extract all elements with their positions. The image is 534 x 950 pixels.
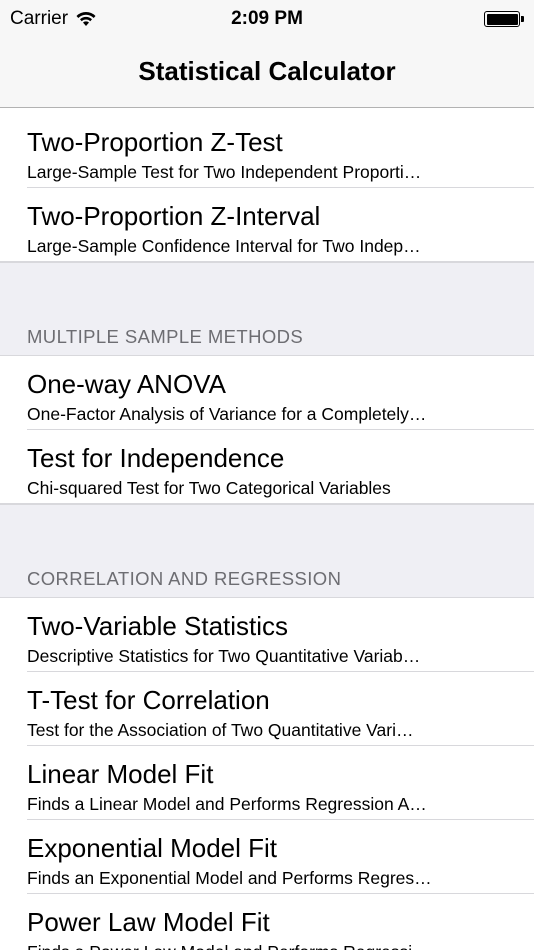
list-item-exponential-model-fit[interactable]: Exponential Model Fit Finds an Exponenti… [0, 820, 534, 894]
list-item-title: Linear Model Fit [27, 759, 214, 789]
list-item-t-test-for-correlation[interactable]: T-Test for Correlation Test for the Asso… [0, 672, 534, 746]
list-item-subtitle: Chi-squared Test for Two Categorical Var… [27, 478, 391, 498]
navigation-bar: Statistical Calculator [0, 40, 534, 108]
list-item-subtitle: Descriptive Statistics for Two Quantitat… [27, 646, 421, 666]
list-item-power-law-model-fit[interactable]: Power Law Model Fit Finds a Power Law Mo… [0, 894, 534, 950]
list-item-title: One-way ANOVA [27, 369, 226, 399]
list-item-two-proportion-z-test[interactable]: Two-Proportion Z-Test Large-Sample Test … [0, 114, 534, 188]
status-bar: Carrier 2:09 PM [0, 0, 534, 40]
status-time: 2:09 PM [231, 8, 303, 29]
list-item-title: Exponential Model Fit [27, 833, 278, 863]
page-title: Statistical Calculator [138, 56, 396, 86]
list-item-title: Two-Proportion Z-Test [27, 127, 283, 157]
list-item-title: Two-Proportion Z-Interval [27, 201, 321, 231]
list-item-linear-model-fit[interactable]: Linear Model Fit Finds a Linear Model an… [0, 746, 534, 820]
section-header-correlation-regression: CORRELATION AND REGRESSION [0, 560, 534, 598]
battery-icon [484, 11, 524, 27]
list-item-title: Two-Variable Statistics [27, 611, 289, 641]
list-item-one-way-anova[interactable]: One-way ANOVA One-Factor Analysis of Var… [0, 356, 534, 430]
list-item-title: T-Test for Correlation [27, 685, 270, 715]
list-item-two-proportion-z-interval[interactable]: Two-Proportion Z-Interval Large-Sample C… [0, 188, 534, 262]
section-spacer [0, 504, 534, 560]
list-item-test-for-independence[interactable]: Test for Independence Chi-squared Test f… [0, 430, 534, 504]
list-item-title: Power Law Model Fit [27, 907, 270, 937]
section-header-multiple-sample: MULTIPLE SAMPLE METHODS [0, 318, 534, 356]
list-item-subtitle: Large-Sample Confidence Interval for Two… [27, 236, 421, 256]
list-item-subtitle: One-Factor Analysis of Variance for a Co… [27, 404, 427, 424]
list-item-title: Test for Independence [27, 443, 285, 473]
list-item-subtitle: Finds a Linear Model and Performs Regres… [27, 794, 427, 814]
section-spacer [0, 262, 534, 318]
list-item-subtitle: Finds a Power Law Model and Performs Reg… [27, 942, 505, 950]
list-item-two-variable-statistics[interactable]: Two-Variable Statistics Descriptive Stat… [0, 598, 534, 672]
list-item-subtitle: Finds an Exponential Model and Performs … [27, 868, 432, 888]
methods-table: Two-Proportion Z-Test Large-Sample Test … [0, 108, 534, 950]
list-item-subtitle: Test for the Association of Two Quantita… [27, 720, 414, 740]
list-item-subtitle: Large-Sample Test for Two Independent Pr… [27, 162, 422, 182]
